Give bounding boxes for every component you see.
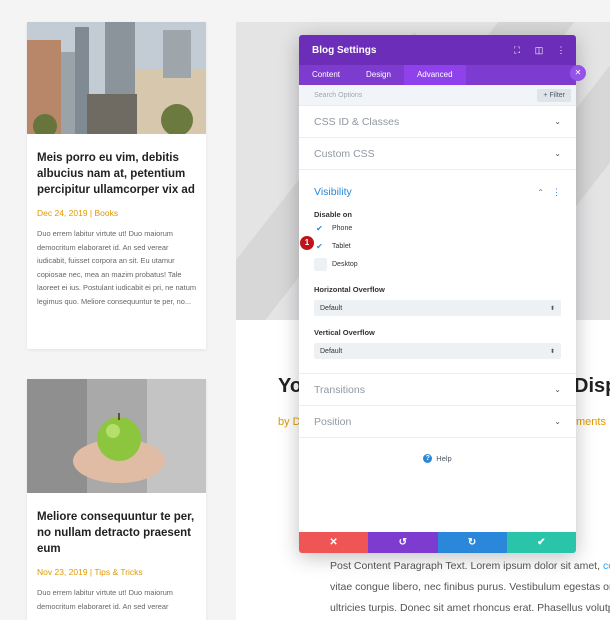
post-paragraph-link[interactable]: con (603, 560, 610, 572)
search-input[interactable]: Search Options (314, 92, 537, 99)
card-meta[interactable]: Nov 23, 2019 | Tips & Tricks (37, 567, 196, 577)
apple-hands-image[interactable] (27, 379, 206, 493)
check-icon: ✔ (316, 242, 323, 251)
horizontal-overflow-select[interactable]: Default ⬍ (314, 300, 561, 316)
city-street-image[interactable] (27, 22, 206, 134)
help-link[interactable]: ? Help (299, 454, 576, 463)
card-excerpt: Duo errem labitur virtute ut! Duo maioru… (37, 229, 196, 306)
close-icon[interactable]: ✕ (570, 65, 586, 81)
save-button[interactable]: ✔ (506, 532, 576, 553)
select-value: Default (320, 304, 343, 312)
search-bar: Search Options + Filter (299, 85, 576, 106)
section-transitions[interactable]: Transitions ⌄ (299, 374, 576, 406)
modal-title: Blog Settings (312, 44, 377, 56)
close-icon: ✕ (329, 537, 338, 548)
more-icon[interactable]: ⋮ (556, 45, 566, 56)
check-icon: ✔ (316, 224, 323, 233)
modal-header[interactable]: Blog Settings ⛶ ◫ ⋮ (299, 35, 576, 65)
section-position[interactable]: Position ⌄ (299, 406, 576, 438)
help-icon: ? (423, 454, 433, 463)
disable-on-label: Disable on (314, 210, 352, 219)
select-arrows-icon: ⬍ (549, 348, 555, 355)
blog-card[interactable]: Meliore consequuntur te per, no nullam d… (27, 379, 206, 620)
post-paragraph-line: vitae congue libero, nec finibus purus. … (330, 581, 610, 593)
chevron-down-icon: ⌄ (554, 117, 561, 126)
step-number-badge: 1 (300, 236, 314, 250)
vertical-overflow-label: Vertical Overflow (314, 328, 375, 337)
card-title[interactable]: Meliore consequuntur te per, no nullam d… (37, 509, 196, 557)
section-title: Position (314, 415, 352, 428)
visibility-panel: Disable on ✔ Phone ✔ Tablet Desktop 1 Ho… (299, 210, 576, 374)
vertical-overflow-select[interactable]: Default ⬍ (314, 343, 561, 359)
checkbox-desktop[interactable]: Desktop (314, 256, 561, 273)
section-visibility: Visibility ⌃ ⋮ Disable on ✔ Phone ✔ Tabl… (299, 170, 576, 374)
section-title: Visibility (314, 186, 352, 198)
chevron-down-icon: ⌄ (554, 149, 561, 158)
expand-icon[interactable]: ⛶ (512, 45, 522, 56)
visibility-header[interactable]: Visibility ⌃ ⋮ (299, 170, 576, 208)
modal-body: CSS ID & Classes ⌄ Custom CSS ⌄ Visibili… (299, 106, 576, 522)
card-title[interactable]: Meis porro eu vim, debitis albucius nam … (37, 150, 196, 198)
tab-advanced[interactable]: Advanced (403, 65, 466, 85)
post-paragraph-line: Post Content Paragraph Text. Lorem ipsum… (330, 560, 601, 572)
blog-card[interactable]: Meis porro eu vim, debitis albucius nam … (27, 22, 206, 349)
select-arrows-icon: ⬍ (549, 305, 555, 312)
section-title: CSS ID & Classes (314, 115, 400, 128)
checkbox-box (314, 258, 327, 271)
undo-button[interactable]: ↺ (368, 532, 438, 553)
post-meta-comments[interactable]: ments (576, 416, 606, 428)
checkbox-tablet[interactable]: ✔ Tablet (314, 238, 561, 255)
horizontal-overflow-label: Horizontal Overflow (314, 285, 385, 294)
section-title: Transitions (314, 383, 365, 396)
more-icon[interactable]: ⋮ (552, 187, 561, 198)
checkbox-label: Phone (332, 225, 353, 232)
filter-button[interactable]: + Filter (537, 88, 571, 102)
section-custom-css[interactable]: Custom CSS ⌄ (299, 138, 576, 170)
post-paragraph: Post Content Paragraph Text. Lorem ipsum… (330, 556, 610, 619)
columns-icon[interactable]: ◫ (534, 45, 544, 56)
cancel-button[interactable]: ✕ (299, 532, 369, 553)
tab-design[interactable]: Design (353, 65, 404, 85)
chevron-up-icon: ⌃ (537, 187, 544, 197)
card-meta[interactable]: Dec 24, 2019 | Books (37, 208, 196, 218)
checkbox-label: Tablet (332, 243, 351, 250)
select-value: Default (320, 347, 343, 355)
section-css-id-classes[interactable]: CSS ID & Classes ⌄ (299, 106, 576, 138)
help-label: Help (436, 454, 452, 463)
section-title: Custom CSS (314, 147, 375, 160)
checkbox-label: Desktop (332, 261, 358, 268)
undo-icon: ↺ (398, 537, 408, 548)
post-meta-author[interactable]: by D (278, 416, 301, 428)
chevron-down-icon: ⌄ (554, 385, 561, 394)
checkmark-icon: ✔ (537, 537, 546, 548)
card-excerpt: Duo errem labitur virtute ut! Duo maioru… (37, 588, 173, 611)
checkbox-phone[interactable]: ✔ Phone (314, 220, 561, 237)
redo-button[interactable]: ↻ (437, 532, 507, 553)
post-paragraph-line: ultricies turpis. Donec sit amet rhoncus… (330, 602, 610, 614)
redo-icon: ↻ (467, 537, 477, 548)
chevron-down-icon: ⌄ (554, 417, 561, 426)
modal-tabs: Content Design Advanced (299, 65, 576, 85)
blog-settings-modal: Blog Settings ⛶ ◫ ⋮ Content Design Advan… (299, 35, 576, 553)
tab-content[interactable]: Content (299, 65, 353, 85)
modal-footer: ✕ ↺ ↻ ✔ (299, 532, 576, 553)
post-title-tail: Disp (574, 375, 610, 397)
